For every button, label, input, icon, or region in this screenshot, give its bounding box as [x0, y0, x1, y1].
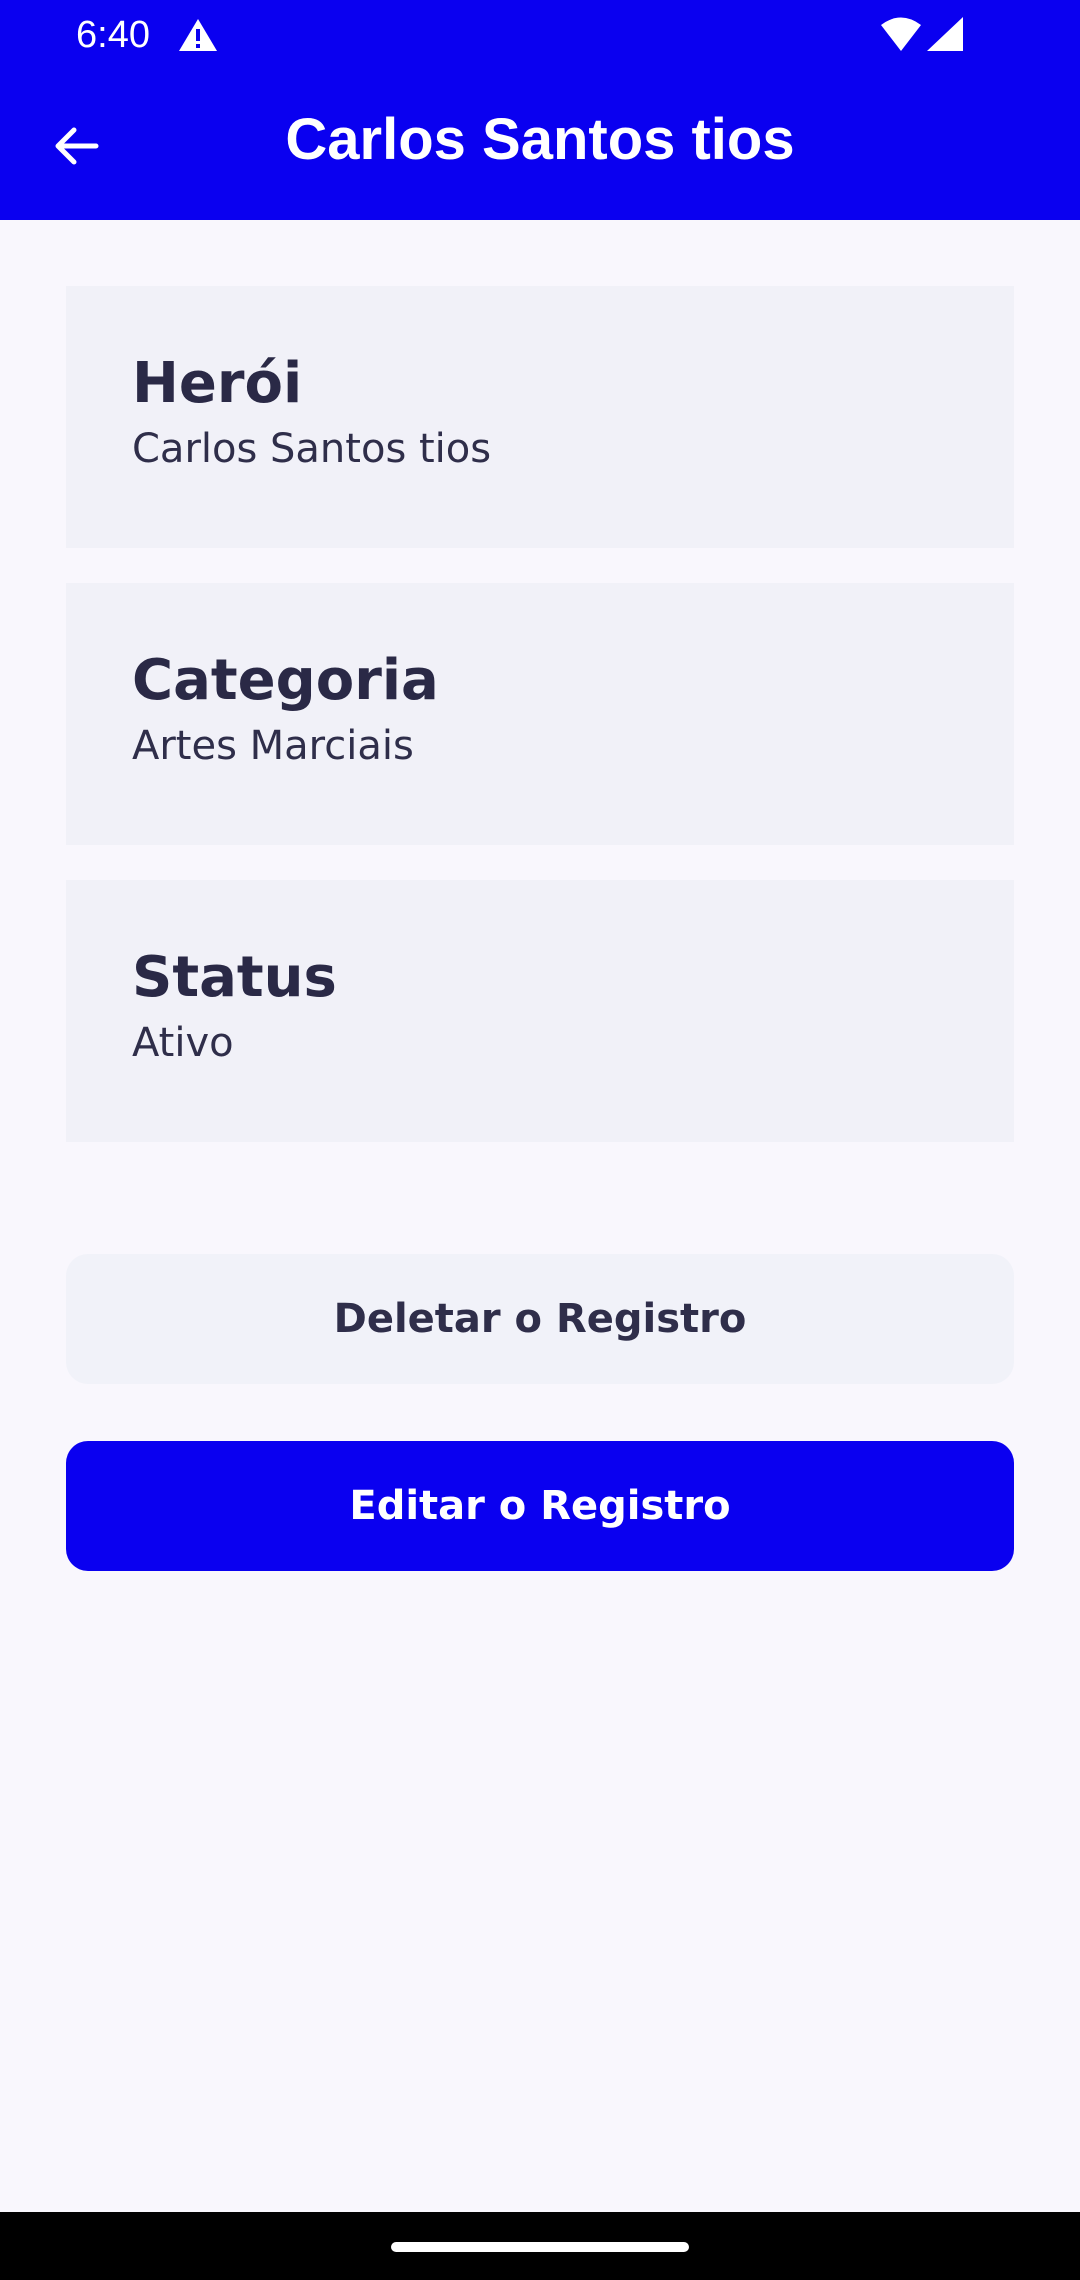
- delete-record-button[interactable]: Deletar o Registro: [66, 1254, 1014, 1384]
- detail-label: Herói: [132, 351, 303, 416]
- detail-value: Carlos Santos tios: [132, 426, 492, 472]
- system-nav-bar: [0, 2212, 1080, 2280]
- app-bar: Carlos Santos tios: [0, 70, 1080, 220]
- status-bar: 6:40: [0, 0, 1080, 70]
- detail-value: Ativo: [132, 1020, 234, 1066]
- cell-signal-icon: [926, 16, 964, 52]
- status-time: 6:40: [76, 14, 150, 56]
- detail-card-hero: Herói Carlos Santos tios: [66, 286, 1014, 548]
- detail-label: Status: [132, 945, 337, 1010]
- page-title: Carlos Santos tios: [285, 107, 795, 172]
- detail-card-category: Categoria Artes Marciais: [66, 583, 1014, 845]
- arrow-back-icon: [52, 122, 100, 175]
- detail-card-status: Status Ativo: [66, 880, 1014, 1142]
- wifi-icon: [880, 16, 922, 52]
- edit-record-button[interactable]: Editar o Registro: [66, 1441, 1014, 1571]
- detail-label: Categoria: [132, 648, 439, 713]
- detail-value: Artes Marciais: [132, 723, 414, 769]
- back-button[interactable]: [36, 108, 116, 188]
- warning-icon: [178, 18, 218, 52]
- home-gesture-handle[interactable]: [391, 2242, 689, 2252]
